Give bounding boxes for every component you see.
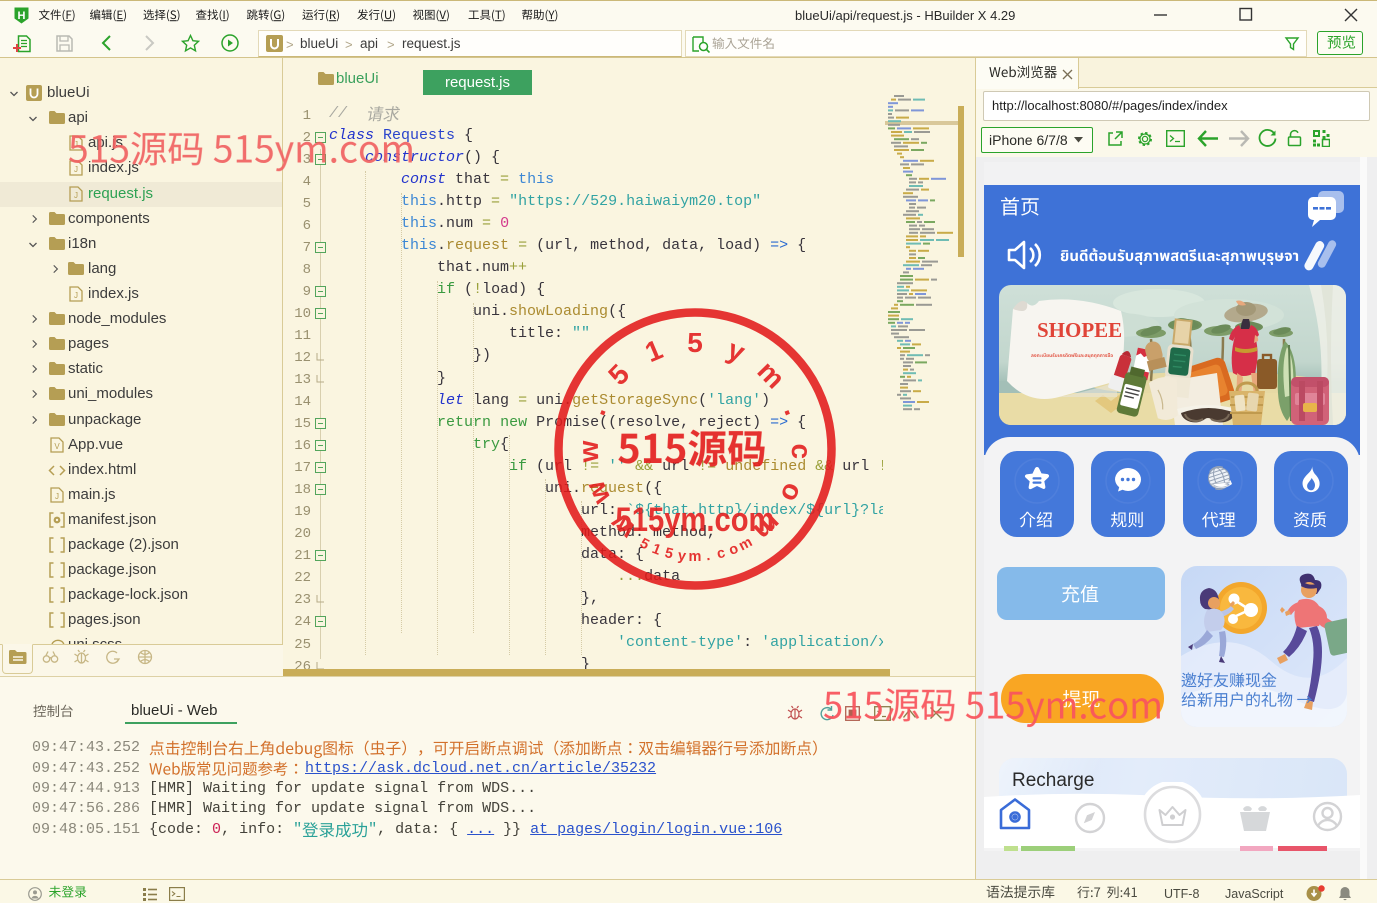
svg-text:c: c: [715, 545, 727, 562]
svg-text:y: y: [723, 334, 750, 369]
svg-text:.: .: [705, 548, 711, 564]
svg-text:w: w: [573, 440, 605, 464]
svg-text:515ym.com: 515ym.com: [616, 501, 775, 539]
svg-text:w: w: [579, 476, 617, 510]
svg-text:m: m: [751, 355, 791, 394]
svg-text:5: 5: [602, 358, 635, 391]
svg-text:.: .: [778, 401, 810, 420]
svg-text:1: 1: [641, 334, 667, 369]
svg-text:.: .: [580, 401, 612, 420]
svg-text:o: o: [774, 479, 809, 507]
svg-text:5: 5: [663, 545, 675, 562]
svg-text:c: c: [786, 443, 817, 459]
svg-text:1: 1: [650, 541, 663, 559]
svg-text:y: y: [677, 548, 687, 565]
svg-text:5: 5: [687, 327, 703, 358]
svg-text:m: m: [689, 549, 702, 565]
